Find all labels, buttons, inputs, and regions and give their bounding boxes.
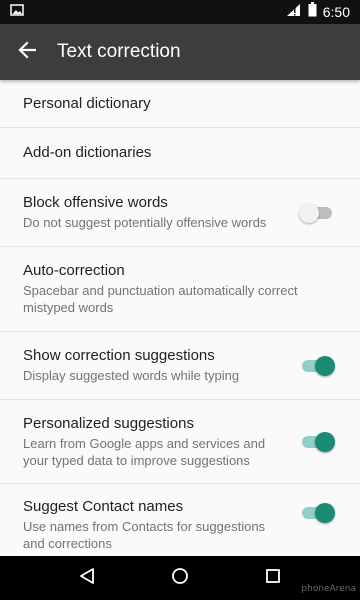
setting-summary: Display suggested words while typing: [23, 368, 240, 383]
setting-suggest-contact-names[interactable]: Suggest Contact names Use names from Con…: [0, 484, 360, 556]
setting-title: Show correction suggestions: [23, 347, 215, 364]
arrow-back-icon: [18, 40, 37, 64]
setting-title: Personal dictionary: [23, 94, 151, 112]
nav-recents-button[interactable]: [253, 558, 293, 598]
toggle-thumb: [315, 355, 335, 376]
page-title: Text correction: [57, 41, 181, 62]
back-triangle-icon: [78, 567, 96, 590]
home-circle-icon: [171, 567, 189, 590]
setting-title: Suggest Contact names: [23, 498, 184, 515]
suggest-contact-names-toggle[interactable]: [299, 503, 335, 523]
setting-summary: Spacebar and punctuation automatically c…: [23, 283, 298, 315]
watermark: phoneArena: [301, 584, 356, 594]
setting-block-offensive-words[interactable]: Block offensive words Do not suggest pot…: [0, 179, 360, 247]
nav-back-button[interactable]: [67, 558, 107, 598]
setting-personalized-suggestions[interactable]: Personalized suggestions Learn from Goog…: [0, 400, 360, 484]
recents-square-icon: [265, 568, 281, 589]
setting-title: Add-on dictionaries: [23, 144, 152, 161]
navigation-bar: phoneArena: [0, 556, 360, 600]
setting-summary: Use names from Contacts for suggestions …: [23, 519, 266, 551]
setting-personal-dictionary[interactable]: Personal dictionary: [0, 80, 360, 128]
back-button[interactable]: [0, 24, 54, 80]
setting-show-correction-suggestions[interactable]: Show correction suggestions Display sugg…: [0, 332, 360, 400]
toolbar: Text correction: [0, 24, 360, 80]
setting-title: Block offensive words: [23, 194, 168, 211]
status-time: 6:50: [322, 4, 350, 20]
show-correction-suggestions-toggle[interactable]: [299, 355, 335, 376]
setting-add-on-dictionaries[interactable]: Add-on dictionaries: [0, 128, 360, 179]
image-notification-icon: [10, 3, 24, 22]
toggle-thumb: [315, 431, 335, 452]
status-bar: 6:50: [0, 0, 360, 24]
setting-summary: Do not suggest potentially offensive wor…: [23, 215, 267, 230]
battery-icon: [308, 2, 317, 22]
block-offensive-words-toggle[interactable]: [299, 202, 335, 223]
signal-icon: [286, 3, 302, 22]
toggle-thumb: [299, 202, 319, 223]
setting-summary: Learn from Google apps and services and …: [23, 435, 266, 468]
personalized-suggestions-toggle[interactable]: [299, 431, 335, 452]
toggle-thumb: [315, 503, 335, 523]
nav-home-button[interactable]: [160, 558, 200, 598]
setting-title: Personalized suggestions: [23, 414, 194, 432]
settings-list: Personal dictionary Add-on dictionaries …: [0, 80, 360, 556]
setting-title: Auto-correction: [23, 262, 125, 279]
setting-auto-correction[interactable]: Auto-correction Spacebar and punctuation…: [0, 247, 360, 332]
